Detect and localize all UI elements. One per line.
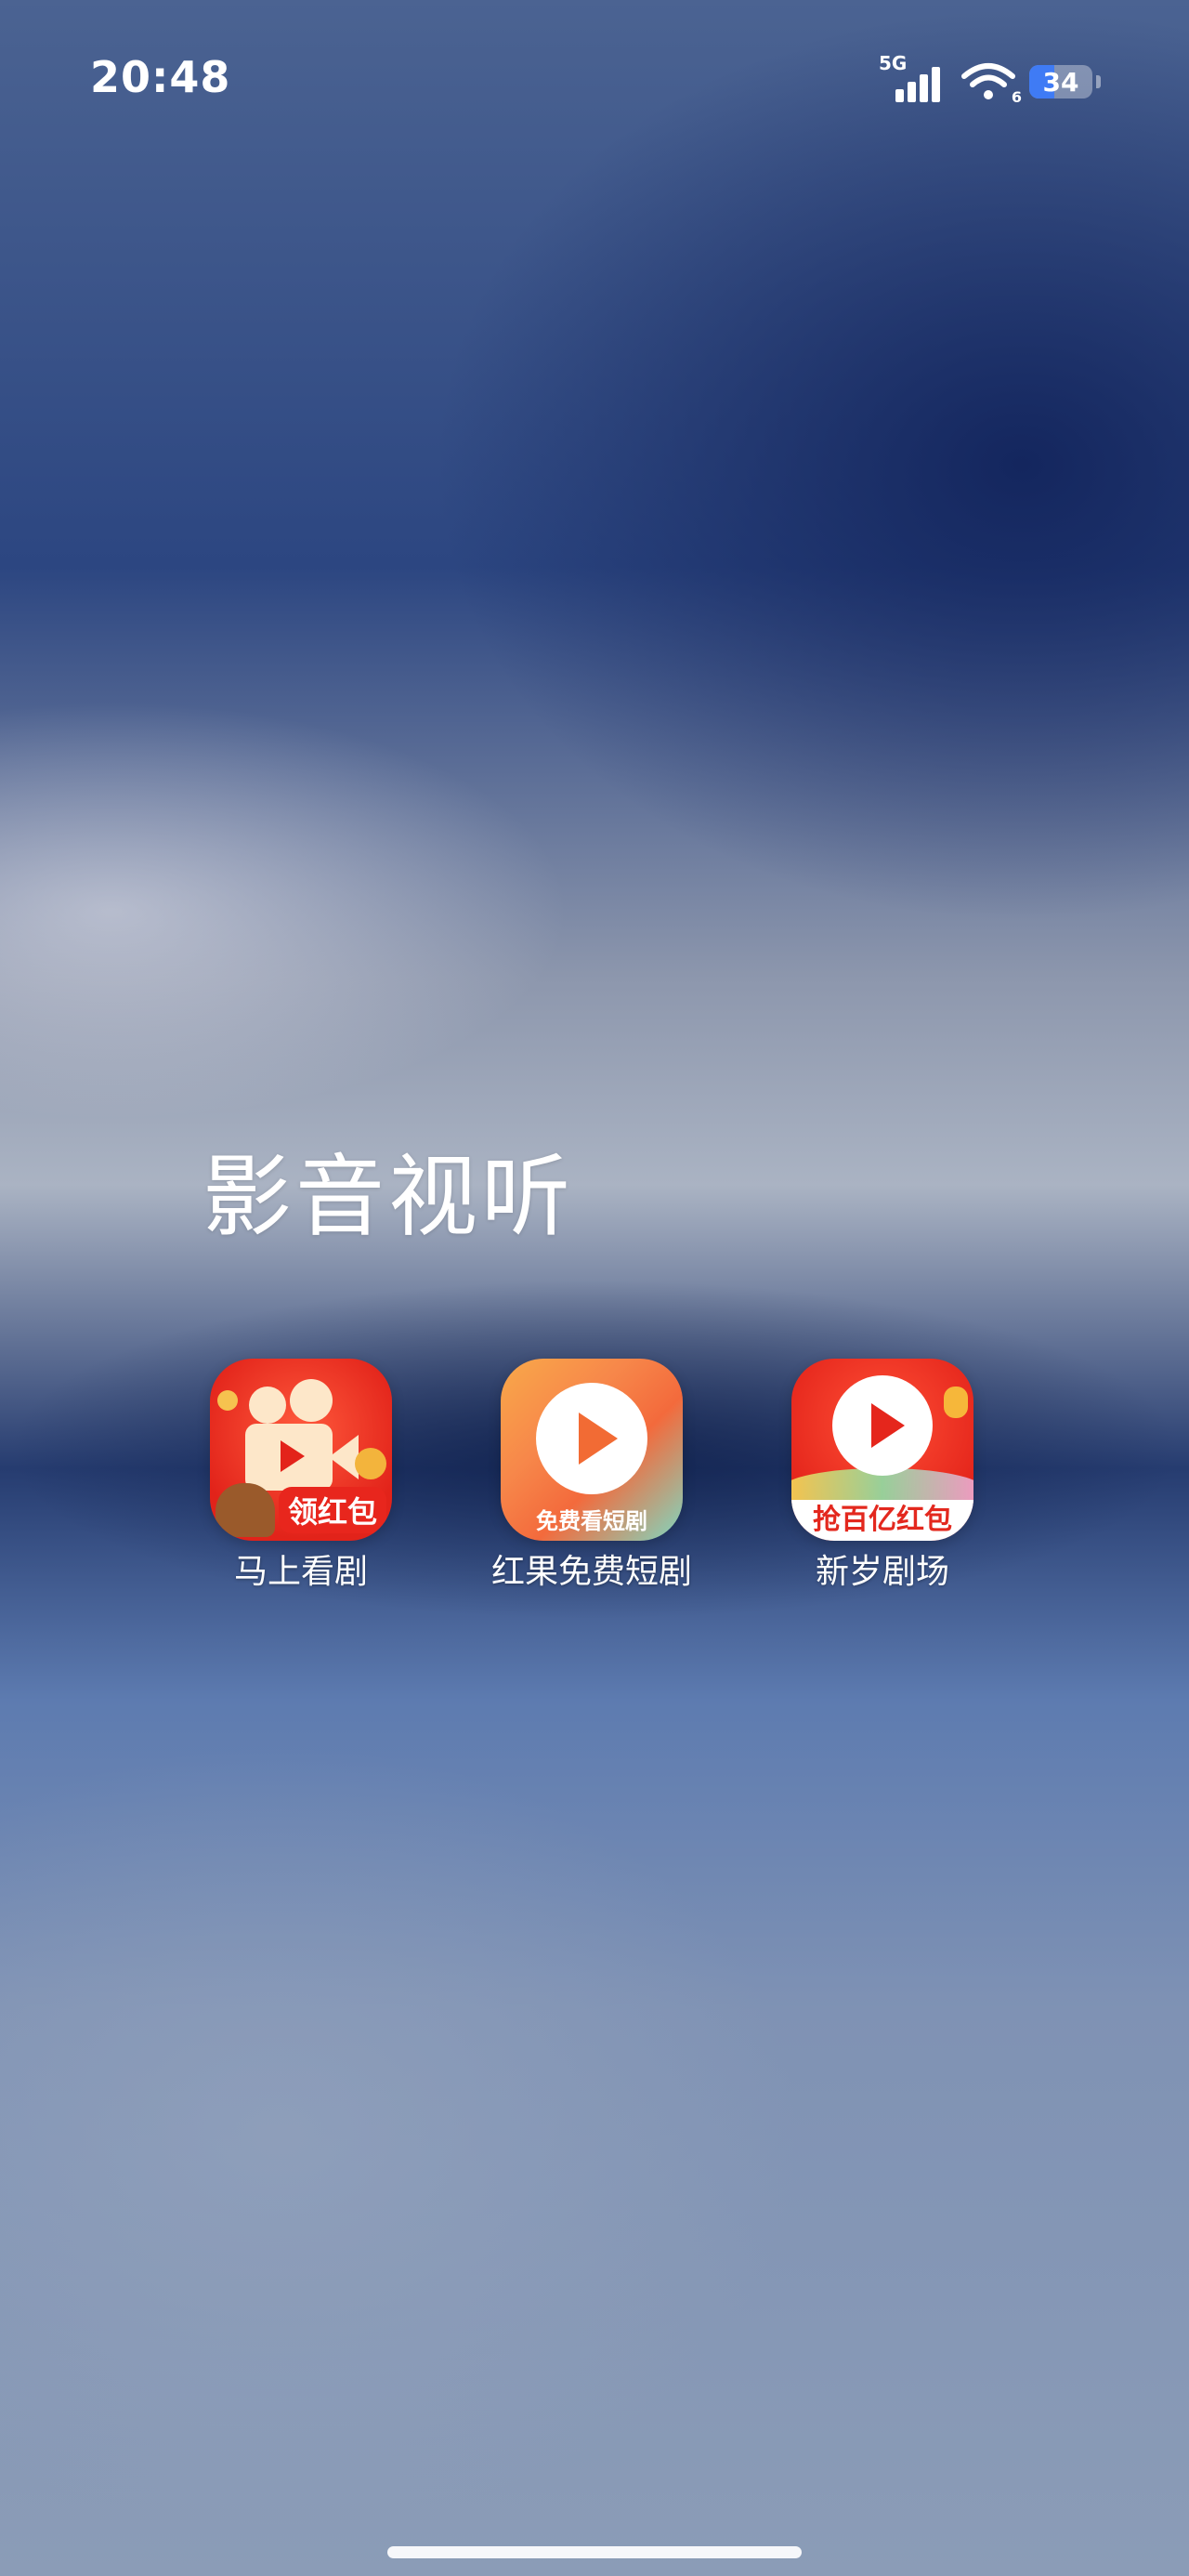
- battery-tip: [1096, 75, 1101, 88]
- wifi-version-label: 6: [1011, 88, 1022, 106]
- play-button-app-icon[interactable]: 免费看短剧: [501, 1359, 683, 1541]
- app-xin-sui-ju-chang[interactable]: 抢百亿红包 新岁剧场: [771, 1359, 994, 1593]
- video-camera-app-icon[interactable]: 领红包: [210, 1359, 392, 1541]
- app-ma-shang-kan-ju[interactable]: 领红包 马上看剧: [189, 1359, 412, 1593]
- home-indicator[interactable]: [387, 2546, 802, 2558]
- app-label: 红果免费短剧: [490, 1553, 692, 1591]
- cellular-signal-icon: 5G: [879, 52, 947, 102]
- battery-icon: 34: [1029, 65, 1092, 99]
- folder-title: 影音视听: [203, 1145, 574, 1249]
- wifi-icon: 6: [960, 59, 1022, 106]
- app-label: 马上看剧: [233, 1553, 368, 1591]
- network-type-label: 5G: [879, 52, 908, 74]
- status-bar: 20:48 5G 6 34: [0, 0, 1189, 149]
- app-badge-text: 抢百亿红包: [791, 1500, 973, 1541]
- play-circle-app-icon[interactable]: 抢百亿红包: [791, 1359, 973, 1541]
- horse-mascot-icon: [216, 1483, 275, 1537]
- app-label: 新岁剧场: [815, 1553, 949, 1591]
- app-badge-text: 免费看短剧: [536, 1508, 647, 1534]
- app-hong-guo-duan-ju[interactable]: 免费看短剧 红果免费短剧: [480, 1359, 703, 1593]
- status-icons: 5G 6 34: [879, 52, 1101, 106]
- status-time: 20:48: [90, 52, 231, 102]
- app-badge-text: 领红包: [278, 1487, 386, 1533]
- battery-level: 34: [1042, 67, 1079, 98]
- lantern-icon: [944, 1387, 968, 1418]
